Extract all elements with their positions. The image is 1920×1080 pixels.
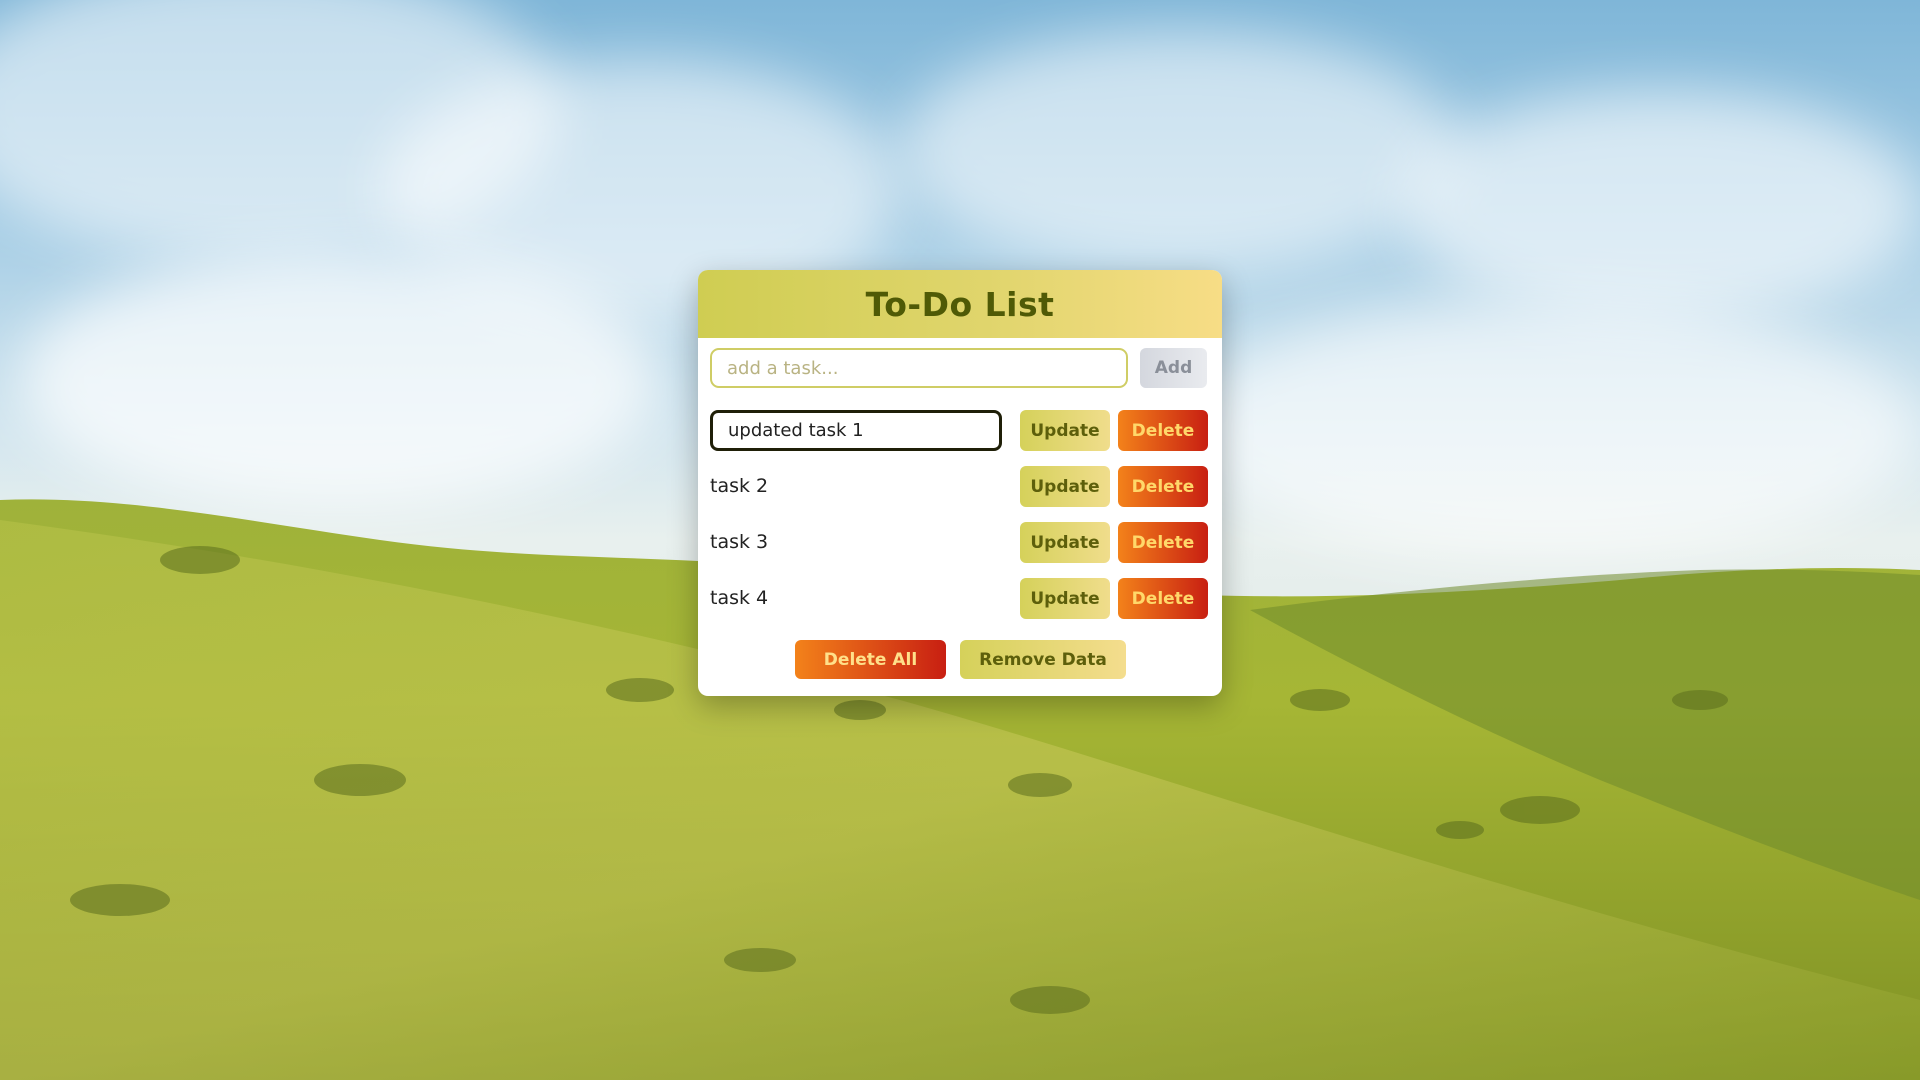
task-list: Update Delete task 2 Update Delete task …: [710, 410, 1210, 634]
todo-card: To-Do List Add Update Delete task 2 Upda…: [698, 270, 1222, 696]
task-row: task 3 Update Delete: [710, 522, 1210, 563]
task-row: task 2 Update Delete: [710, 466, 1210, 507]
delete-button[interactable]: Delete: [1118, 578, 1208, 619]
update-button[interactable]: Update: [1020, 578, 1110, 619]
remove-data-button[interactable]: Remove Data: [960, 640, 1126, 679]
page-title: To-Do List: [865, 284, 1055, 324]
delete-button[interactable]: Delete: [1118, 410, 1208, 451]
footer-actions: Delete All Remove Data: [698, 640, 1222, 679]
update-button[interactable]: Update: [1020, 466, 1110, 507]
task-text: task 2: [710, 475, 769, 497]
new-task-input[interactable]: [710, 348, 1128, 388]
add-button[interactable]: Add: [1140, 348, 1207, 388]
update-button[interactable]: Update: [1020, 410, 1110, 451]
task-edit-input[interactable]: [710, 410, 1002, 451]
task-row: task 4 Update Delete: [710, 578, 1210, 619]
card-header: To-Do List: [698, 270, 1222, 338]
delete-button[interactable]: Delete: [1118, 466, 1208, 507]
task-row: Update Delete: [710, 410, 1210, 451]
new-task-row: Add: [710, 348, 1210, 390]
task-text: task 4: [710, 587, 769, 609]
delete-button[interactable]: Delete: [1118, 522, 1208, 563]
update-button[interactable]: Update: [1020, 522, 1110, 563]
task-text: task 3: [710, 531, 769, 553]
delete-all-button[interactable]: Delete All: [795, 640, 946, 679]
